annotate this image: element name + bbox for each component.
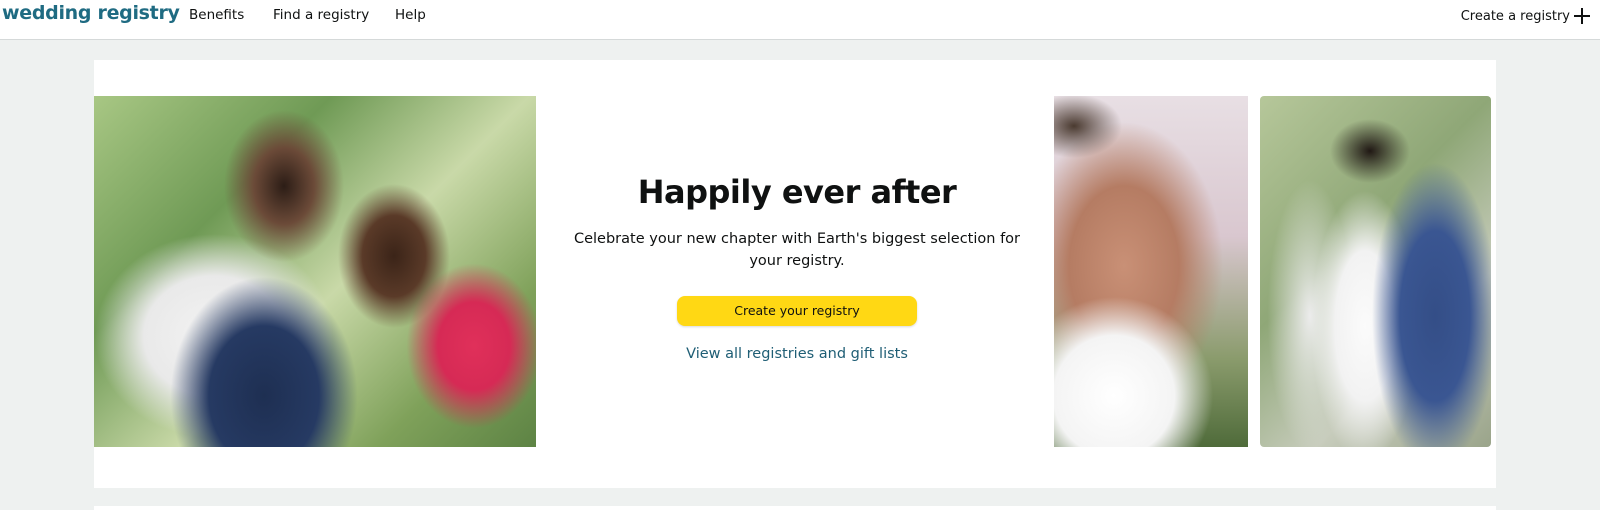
nav-link-benefits[interactable]: Benefits (189, 7, 244, 23)
nav-link-help[interactable]: Help (395, 7, 426, 23)
hero-card: Happily ever after Celebrate your new ch… (94, 60, 1496, 488)
view-all-registries-link[interactable]: View all registries and gift lists (552, 346, 1042, 362)
create-your-registry-button[interactable]: Create your registry (677, 296, 917, 326)
couple-photo-left (94, 96, 536, 447)
couple-photo-right (1260, 96, 1491, 447)
brand-logo-link[interactable]: wedding registry (2, 2, 180, 24)
top-navigation-bar: wedding registry Benefits Find a registr… (0, 0, 1600, 40)
hero-headline: Happily ever after (637, 173, 957, 211)
hero-subtext: Celebrate your new chapter with Earth's … (573, 231, 1021, 269)
create-registry-link[interactable]: Create a registry (1461, 8, 1590, 24)
plus-icon (1574, 8, 1590, 24)
next-section-card (94, 506, 1496, 510)
bride-photo-middle (1054, 96, 1248, 447)
hero-text-block: Happily ever after Celebrate your new ch… (552, 170, 1042, 362)
nav-link-find-registry[interactable]: Find a registry (273, 7, 369, 23)
create-registry-label: Create a registry (1460, 8, 1570, 24)
